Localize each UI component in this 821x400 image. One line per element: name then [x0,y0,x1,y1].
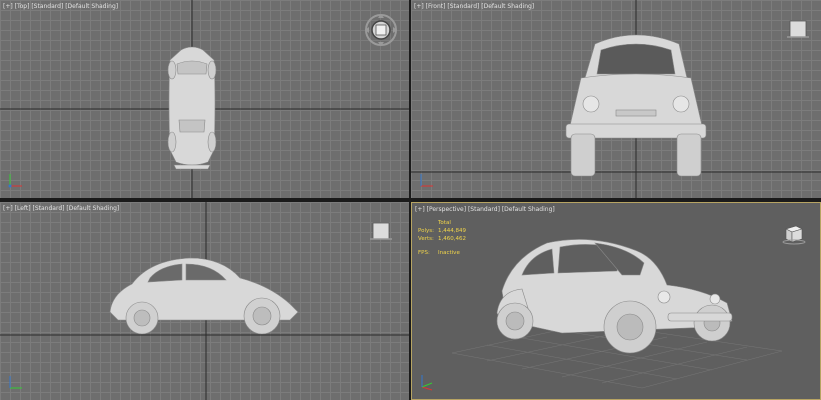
car-top-model [167,46,217,170]
axis-tripod-icon [4,170,24,192]
perspective-view-canvas [451,239,783,389]
axis-tripod-icon [4,372,24,394]
top-view-canvas [0,0,409,198]
axis-tripod-icon [415,170,435,192]
car-side-model [109,257,299,335]
front-view-canvas [411,0,821,198]
viewcube-icon[interactable] [370,220,392,242]
viewport-perspective[interactable]: [+] [Perspective] [Standard] [Default Sh… [411,202,821,400]
axis-tripod-icon [416,371,436,393]
viewport-front[interactable]: [+] [Front] [Standard] [Default Shading] [411,0,821,198]
viewport-top[interactable]: [+] [Top] [Standard] [Default Shading] [0,0,409,198]
viewport-layout: [+] [Top] [Standard] [Default Shading] [… [0,0,821,400]
viewport-left[interactable]: [+] [Left] [Standard] [Default Shading] [0,202,409,400]
viewcube-icon[interactable] [782,223,806,245]
left-view-canvas [0,202,409,400]
viewcube-icon[interactable] [787,18,809,40]
steering-wheel-icon[interactable] [363,12,399,48]
